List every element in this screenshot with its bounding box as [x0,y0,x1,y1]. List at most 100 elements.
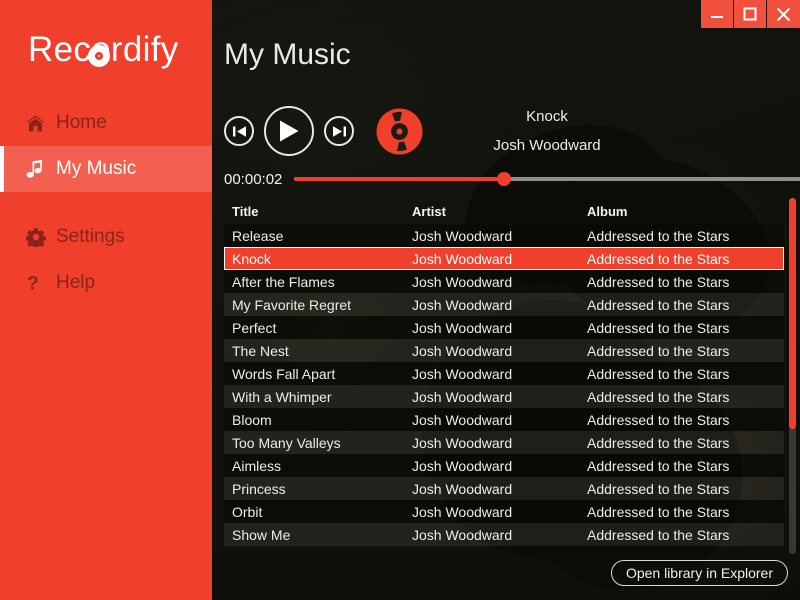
cell-album: Addressed to the Stars [587,457,730,474]
table-row[interactable]: Release Josh Woodward Addressed to the Sta… [224,224,784,247]
table-row[interactable]: Princess Josh Woodward Addressed to the St… [224,477,784,500]
cell-title: Words Fall Apart [232,365,336,382]
window-controls [701,0,800,28]
cell-album: Addressed to the Stars [587,296,730,313]
sidebar-item-label: Settings [56,226,125,247]
cell-album: Addressed to the Stars [587,273,730,290]
album-art-vinyl-record-icon [376,108,423,155]
cell-artist: Josh Woodward [412,250,513,267]
now-playing-info: Knock Josh Woodward [457,108,637,154]
cell-artist: Josh Woodward [412,365,513,382]
table-row[interactable]: My Favorite Regret Josh Woodward Addressed… [224,293,784,316]
music-note-icon [26,159,56,179]
cell-artist: Josh Woodward [412,342,513,359]
cell-album: Addressed to the Stars [587,480,730,497]
cell-album: Addressed to the Stars [587,526,730,543]
next-icon [332,125,347,138]
table-row[interactable]: Show Me Josh Woodward Addressed to the Sta… [224,523,784,546]
cell-title: After the Flames [232,273,335,290]
recordify-window: Recordify Home My Music [0,0,800,600]
cell-artist: Josh Woodward [412,273,513,290]
seek-thumb[interactable] [497,172,511,186]
gear-icon [26,227,56,247]
sidebar: Recordify Home My Music [0,0,212,600]
home-icon [26,115,56,132]
cell-artist: Josh Woodward [412,526,513,543]
player-controls: Knock Josh Woodward [224,100,796,162]
cell-artist: Josh Woodward [412,319,513,336]
sidebar-item-label: My Music [56,158,137,179]
library-table: Title Artist Album Release Josh Woodward A… [224,198,784,554]
cell-title: Bloom [232,411,272,428]
open-library-in-explorer-button[interactable]: Open library in Explorer [610,560,788,586]
vinyl-record-icon [88,45,110,67]
seek-progress-fill [294,177,504,181]
cell-title: Show Me [232,526,291,543]
cell-title: My Favorite Regret [232,296,352,313]
library-scrollbar-track[interactable] [789,198,796,554]
cell-artist: Josh Woodward [412,457,513,474]
now-playing-artist: Josh Woodward [493,137,601,154]
close-icon [776,7,791,22]
svg-text:?: ? [27,274,39,294]
cell-title: Princess [232,480,286,497]
seek-slider[interactable] [294,172,800,186]
library-table-body: Release Josh Woodward Addressed to the Sta… [224,224,784,546]
cell-album: Addressed to the Stars [587,250,730,267]
cell-album: Addressed to the Stars [587,365,730,382]
cell-album: Addressed to the Stars [587,388,730,405]
table-row[interactable]: Perfect Josh Woodward Addressed to the Sta… [224,316,784,339]
cell-title: The Nest [232,342,289,359]
maximize-icon [743,7,757,21]
cell-title: Release [232,227,284,244]
cell-title: Too Many Valleys [232,434,341,451]
cell-title: Perfect [232,319,277,336]
cell-artist: Josh Woodward [412,296,513,313]
cell-artist: Josh Woodward [412,503,513,520]
elapsed-time: 00:00:02 [224,170,283,188]
cell-artist: Josh Woodward [412,480,513,497]
cell-title: Aimless [232,457,282,474]
column-header-album[interactable]: Album [587,204,776,219]
maximize-button[interactable] [734,0,767,28]
sidebar-item-home[interactable]: Home [0,100,212,146]
table-row[interactable]: Too Many Valleys Josh Woodward Addressed t… [224,431,784,454]
cell-artist: Josh Woodward [412,388,513,405]
sidebar-item-label: Help [56,272,96,293]
minimize-button[interactable] [701,0,734,28]
table-row[interactable]: The Nest Josh Woodward Addressed to the St… [224,339,784,362]
table-row[interactable]: Orbit Josh Woodward Addressed to the Stars [224,500,784,523]
table-row[interactable]: Aimless Josh Woodward Addressed to the Sta… [224,454,784,477]
cell-album: Addressed to the Stars [587,434,730,451]
now-playing-title: Knock [526,108,568,125]
next-track-button[interactable] [324,116,354,146]
cell-title: Orbit [232,503,263,520]
sidebar-item-my-music[interactable]: My Music [0,146,212,192]
main-panel: My Music Knock Josh Woodward 00:00:02 Ti… [212,0,800,600]
library-scrollbar-thumb[interactable] [789,198,796,430]
sidebar-item-settings[interactable]: Settings [0,214,212,260]
previous-track-button[interactable] [224,116,254,146]
table-row[interactable]: Words Fall Apart Josh Woodward Addressed t… [224,362,784,385]
column-header-title[interactable]: Title [232,204,412,219]
library-table-header: Title Artist Album [224,198,784,224]
cell-title: With a Whimper [232,388,332,405]
cell-album: Addressed to the Stars [587,319,730,336]
table-row[interactable]: After the Flames Josh Woodward Addressed t… [224,270,784,293]
page-title: My Music [224,38,351,71]
cell-album: Addressed to the Stars [587,227,730,244]
cell-album: Addressed to the Stars [587,411,730,428]
play-icon [278,119,300,143]
cell-artist: Josh Woodward [412,227,513,244]
cell-title: Knock [232,250,271,267]
cell-artist: Josh Woodward [412,411,513,428]
table-row[interactable]: Knock Josh Woodward Addressed to the Stars [224,247,784,270]
seek-bar-row: 00:00:02 00:00:09 [224,168,800,190]
cell-artist: Josh Woodward [412,434,513,451]
close-button[interactable] [767,0,800,28]
sidebar-item-help[interactable]: ? Help [0,260,212,306]
play-button[interactable] [264,106,314,156]
table-row[interactable]: With a Whimper Josh Woodward Addressed to … [224,385,784,408]
table-row[interactable]: Bloom Josh Woodward Addressed to the Stars [224,408,784,431]
column-header-artist[interactable]: Artist [412,204,587,219]
